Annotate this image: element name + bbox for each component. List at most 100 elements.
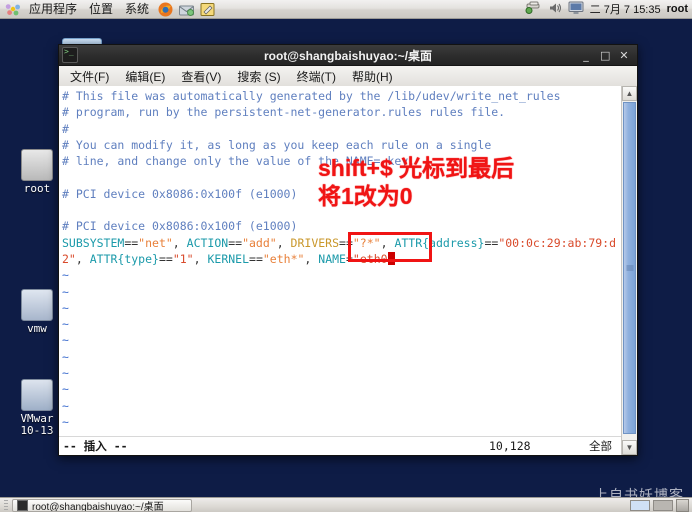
desktop-icon-label: VMwar 10-13 bbox=[20, 412, 54, 437]
taskbar-window-button[interactable]: root@shangbaishuyao:~/桌面 bbox=[12, 498, 192, 512]
annotation-line-2: 将1改为0 bbox=[318, 183, 413, 209]
annotation-text: shift+$ 光标到最后 将1改为0 bbox=[318, 154, 514, 210]
rule-sep: , bbox=[380, 235, 395, 250]
editor-rule-line-1: SUBSYSTEM=="net", ACTION=="add", DRIVERS… bbox=[62, 235, 621, 251]
maximize-button[interactable]: □ bbox=[600, 50, 610, 61]
menu-file[interactable]: 文件(F) bbox=[63, 67, 116, 86]
menu-help[interactable]: 帮助(H) bbox=[345, 67, 400, 86]
menu-view[interactable]: 查看(V) bbox=[174, 67, 228, 86]
terminal-scrollbar[interactable]: ▲ ▼ bbox=[621, 86, 637, 455]
panel-menu-system[interactable]: 系统 bbox=[119, 1, 155, 18]
rule-key: SUBSYSTEM bbox=[62, 235, 125, 250]
terminal-title: root@shangbaishuyao:~/桌面 bbox=[263, 48, 433, 63]
bottom-panel: root@shangbaishuyao:~/桌面 bbox=[0, 497, 692, 512]
menu-edit[interactable]: 编辑(E) bbox=[118, 67, 172, 86]
rule-op: == bbox=[339, 235, 353, 250]
rule-sep: , bbox=[193, 251, 208, 266]
vim-tilde: ~ bbox=[62, 398, 69, 413]
scroll-down-arrow-icon[interactable]: ▼ bbox=[622, 440, 637, 455]
terminal-window: root@shangbaishuyao:~/桌面 _ □ ✕ 文件(F) 编辑(… bbox=[58, 44, 638, 456]
desktop-icon-label: vmw bbox=[27, 322, 47, 335]
rule-value: "eth*" bbox=[262, 251, 305, 266]
display-icon[interactable] bbox=[568, 1, 584, 18]
rule-value-cont: 2" bbox=[62, 251, 76, 266]
panel-menu-places[interactable]: 位置 bbox=[83, 1, 119, 18]
rule-op: == bbox=[124, 235, 139, 250]
rule-value: "00:0c:29:ab:79:d bbox=[498, 235, 617, 250]
rule-key: ACTION bbox=[186, 235, 229, 250]
rule-sep: , bbox=[172, 235, 187, 250]
vim-tilde: ~ bbox=[62, 414, 69, 429]
terminal-menubar: 文件(F) 编辑(E) 查看(V) 搜索 (S) 终端(T) 帮助(H) bbox=[59, 66, 637, 87]
scroll-up-arrow-icon[interactable]: ▲ bbox=[622, 86, 637, 101]
vim-tilde: ~ bbox=[62, 300, 69, 315]
editor-line: # program, run by the persistent-net-gen… bbox=[62, 105, 506, 120]
panel-left-group: 应用程序 位置 系统 bbox=[0, 1, 218, 18]
user-menu[interactable]: root bbox=[667, 3, 688, 15]
vim-tilde: ~ bbox=[62, 382, 69, 397]
vim-status-line: -- 插入 -- 10,128 全部 bbox=[59, 436, 621, 455]
clock[interactable]: 二 7月 7 15:35 bbox=[590, 1, 661, 17]
terminal-icon bbox=[17, 499, 28, 511]
vim-tilde: ~ bbox=[62, 333, 69, 348]
rule-key: ATTR{type} bbox=[89, 251, 159, 266]
vim-scroll-percent: 全部 bbox=[589, 438, 612, 453]
vim-tilde: ~ bbox=[62, 317, 69, 332]
workspace-switcher-1[interactable] bbox=[630, 499, 650, 511]
panel-grip-icon[interactable] bbox=[4, 499, 8, 511]
close-button[interactable]: ✕ bbox=[619, 50, 629, 61]
vim-cursor-position: 10,128 bbox=[489, 438, 531, 453]
rule-key: ATTR{address} bbox=[394, 235, 485, 250]
editor-line: # PCI device 0x8086:0x100f (e1000) bbox=[62, 219, 298, 234]
rule-sep: , bbox=[276, 235, 291, 250]
rule-value-name: "eth0 bbox=[352, 251, 388, 266]
desktop-icon-label: root bbox=[23, 182, 51, 195]
vim-editor-area[interactable]: # This file was automatically generated … bbox=[59, 86, 621, 455]
rule-op: == bbox=[158, 251, 173, 266]
terminal-body: # This file was automatically generated … bbox=[59, 86, 637, 455]
editor-line: # This file was automatically generated … bbox=[62, 89, 561, 103]
rule-key: DRIVERS bbox=[290, 235, 340, 250]
editor-rule-line-2: 2", ATTR{type}=="1", KERNEL=="eth*", NAM… bbox=[62, 251, 621, 267]
panel-menu-applications[interactable]: 应用程序 bbox=[23, 1, 83, 18]
panel-right-group: 二 7月 7 15:35 root bbox=[525, 0, 692, 18]
network-icon[interactable] bbox=[525, 0, 542, 18]
terminal-titlebar[interactable]: root@shangbaishuyao:~/桌面 _ □ ✕ bbox=[59, 45, 637, 66]
rule-sep: , bbox=[75, 251, 90, 266]
panel-right-group bbox=[630, 498, 692, 512]
rule-value: "net" bbox=[138, 235, 173, 250]
rule-sep: , bbox=[304, 251, 319, 266]
rule-op: == bbox=[249, 251, 263, 266]
vim-tilde: ~ bbox=[62, 268, 69, 283]
menu-terminal[interactable]: 终端(T) bbox=[290, 67, 343, 86]
minimize-button[interactable]: _ bbox=[581, 50, 591, 61]
window-controls: _ □ ✕ bbox=[581, 50, 637, 61]
editor-line: # You can modify it, as long as you keep… bbox=[62, 137, 492, 152]
distro-logo-icon[interactable] bbox=[5, 1, 21, 17]
scrollbar-grip-icon bbox=[626, 265, 633, 271]
notes-icon[interactable] bbox=[199, 1, 216, 18]
menu-search[interactable]: 搜索 (S) bbox=[230, 67, 287, 86]
taskbar-window-label: root@shangbaishuyao:~/桌面 bbox=[32, 501, 164, 512]
terminal-icon bbox=[62, 47, 78, 63]
top-panel: 应用程序 位置 系统 二 7月 7 15:35 root bbox=[0, 0, 692, 19]
folder-icon bbox=[21, 149, 53, 181]
text-cursor bbox=[387, 251, 395, 265]
editor-line: # bbox=[62, 121, 69, 136]
vim-tilde: ~ bbox=[62, 284, 69, 299]
scrollbar-thumb[interactable] bbox=[623, 102, 636, 434]
vim-tilde: ~ bbox=[62, 349, 69, 364]
firefox-icon[interactable] bbox=[157, 1, 174, 18]
rule-key-name: NAME bbox=[318, 251, 346, 266]
rule-value: "?*" bbox=[352, 235, 381, 250]
rule-value: "add" bbox=[242, 235, 277, 250]
archive-icon bbox=[21, 379, 53, 411]
package-icon bbox=[21, 289, 53, 321]
volume-icon[interactable] bbox=[548, 1, 562, 18]
rule-key: KERNEL bbox=[207, 251, 250, 266]
email-icon[interactable] bbox=[178, 1, 195, 18]
trash-icon[interactable] bbox=[676, 498, 689, 512]
workspace-switcher-2[interactable] bbox=[653, 499, 673, 511]
vim-mode-indicator: -- 插入 -- bbox=[63, 438, 128, 453]
vim-tilde: ~ bbox=[62, 366, 69, 381]
